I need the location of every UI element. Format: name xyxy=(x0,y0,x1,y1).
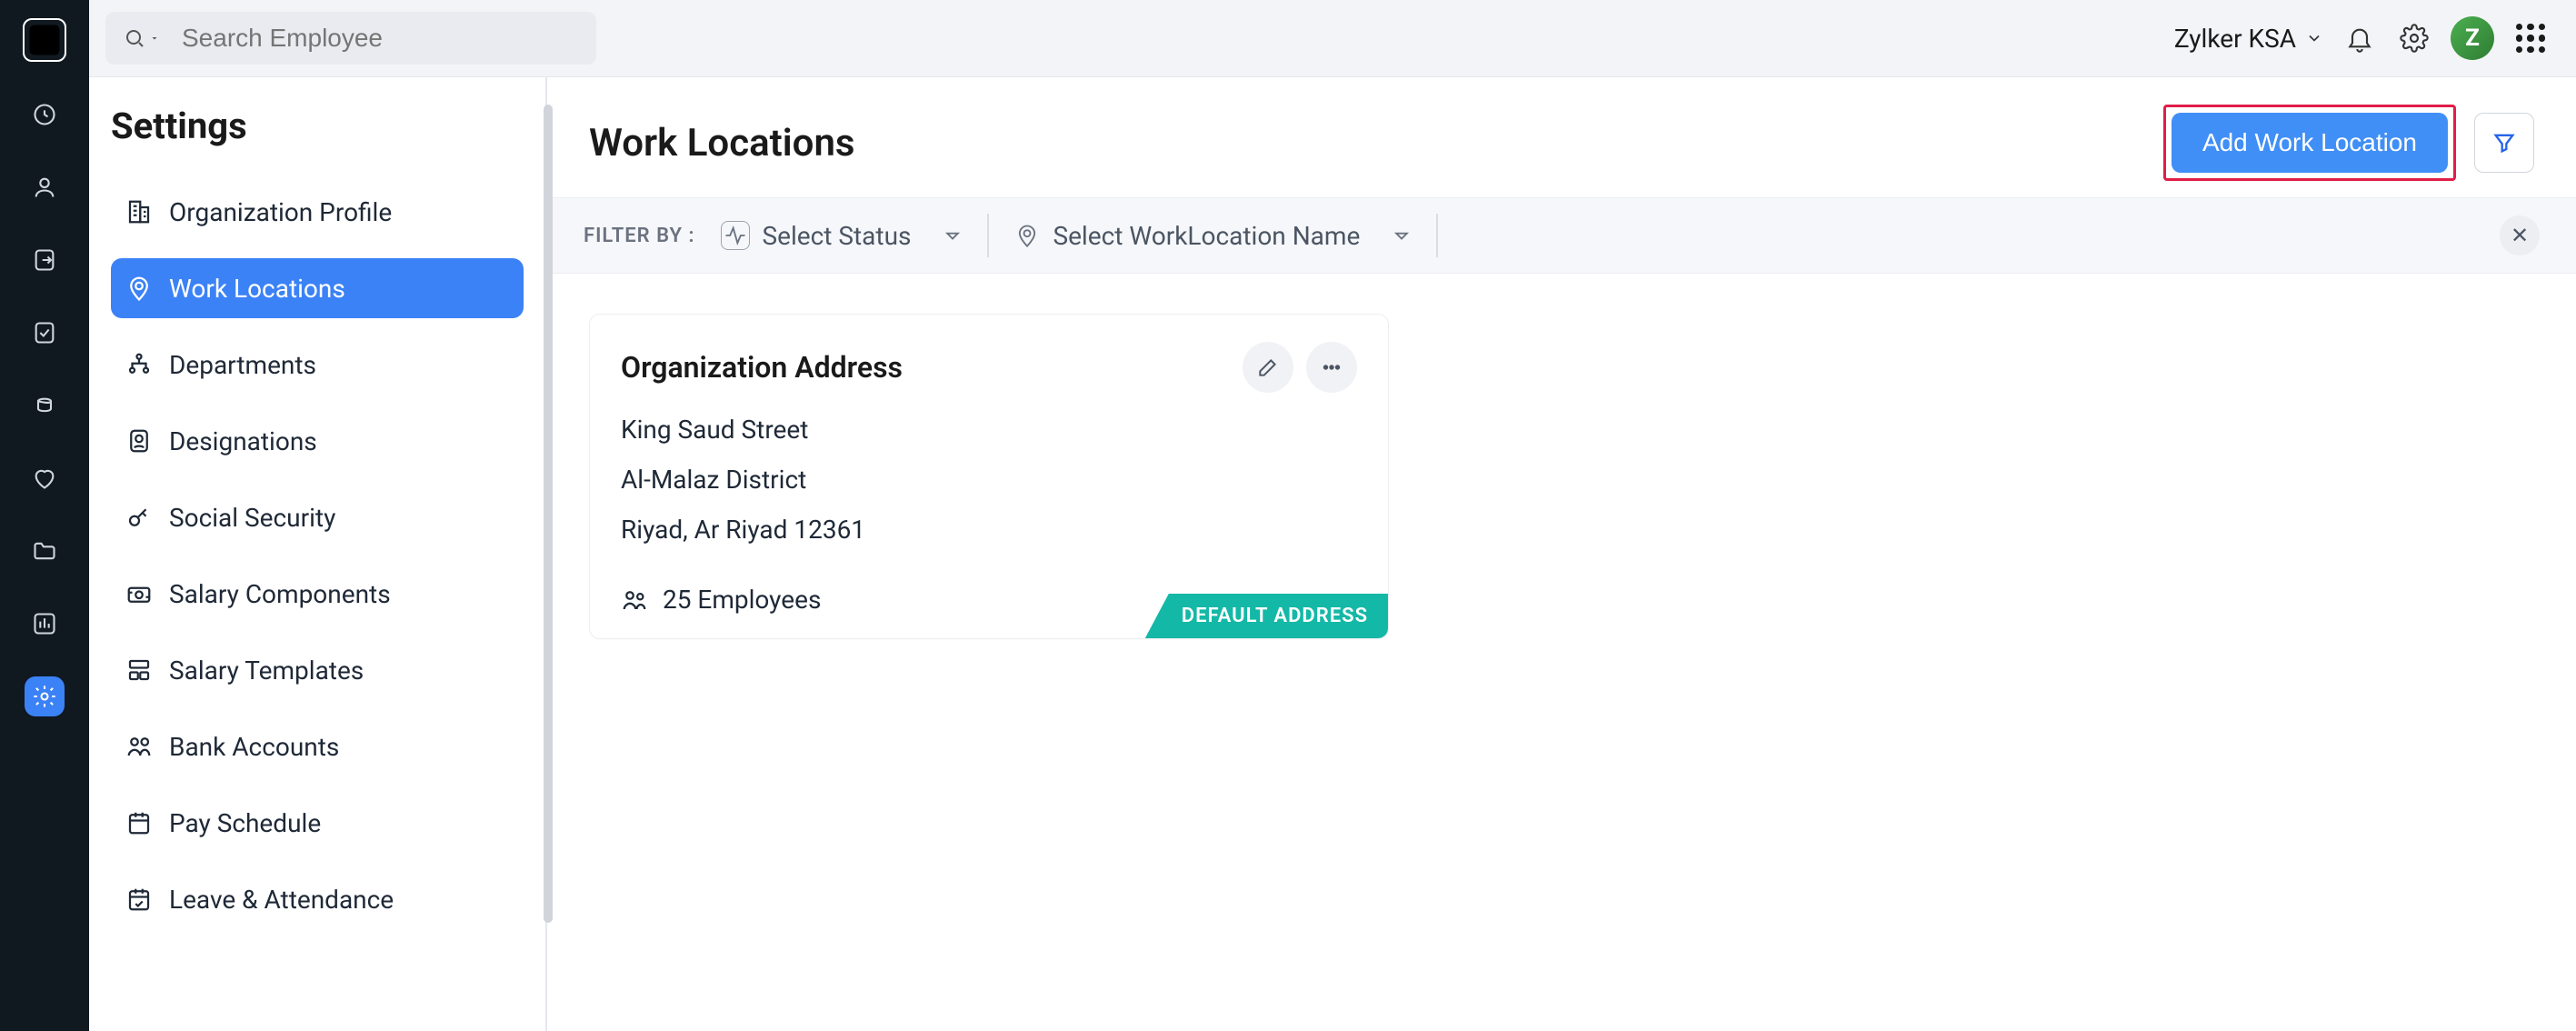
page-title: Work Locations xyxy=(589,121,2145,165)
apps-launcher-icon[interactable] xyxy=(2512,20,2549,56)
rail-loans-icon[interactable] xyxy=(25,385,65,425)
search-wrap xyxy=(105,12,596,65)
sidebar-item-departments[interactable]: Departments xyxy=(111,335,524,395)
sidebar-item-label: Organization Profile xyxy=(169,197,392,227)
employee-count: 25 Employees xyxy=(663,585,821,615)
key-icon xyxy=(125,504,153,531)
org-name-label: Zylker KSA xyxy=(2174,24,2296,54)
address-line: Al-Malaz District xyxy=(621,465,1357,495)
filter-toggle-button[interactable] xyxy=(2474,113,2534,173)
filter-name-select[interactable]: Select WorkLocation Name xyxy=(1014,214,1438,257)
badge-icon xyxy=(125,427,153,455)
pin-icon xyxy=(125,275,153,302)
chevron-down-icon xyxy=(940,223,965,248)
work-location-card: Organization Address King Saud Street Al… xyxy=(589,314,1389,639)
sidebar-item-label: Salary Components xyxy=(169,579,391,609)
sidebar-scrollbar[interactable] xyxy=(544,105,553,923)
settings-sidebar: Settings Organization Profile Work Locat… xyxy=(89,77,547,1031)
bank-icon xyxy=(125,733,153,760)
top-bar: Zylker KSA Z xyxy=(89,0,2576,76)
content-area: Work Locations Add Work Location FILTER … xyxy=(547,77,2576,1031)
sidebar-item-work-locations[interactable]: Work Locations xyxy=(111,258,524,318)
sidebar-item-org-profile[interactable]: Organization Profile xyxy=(111,182,524,242)
rail-documents-icon[interactable] xyxy=(25,531,65,571)
avatar-initial: Z xyxy=(2465,25,2480,52)
address-line: King Saud Street xyxy=(621,415,1357,445)
org-icon xyxy=(125,351,153,378)
sidebar-item-label: Work Locations xyxy=(169,274,345,304)
pencil-icon xyxy=(1256,355,1280,379)
settings-gear-icon[interactable] xyxy=(2396,20,2432,56)
address-line: Riyad, Ar Riyad 12361 xyxy=(621,515,1357,545)
notifications-icon[interactable] xyxy=(2341,20,2378,56)
filter-status-select[interactable]: Select Status xyxy=(721,214,990,257)
sidebar-item-label: Leave & Attendance xyxy=(169,885,394,915)
rail-dashboard-icon[interactable] xyxy=(25,95,65,135)
sidebar-item-salary-templates[interactable]: Salary Templates xyxy=(111,640,524,700)
rail-reports-icon[interactable] xyxy=(25,604,65,644)
filter-label: FILTER BY : xyxy=(584,225,695,247)
edit-button[interactable] xyxy=(1243,342,1293,393)
add-work-location-button[interactable]: Add Work Location xyxy=(2172,113,2448,173)
clear-filters-button[interactable]: ✕ xyxy=(2500,215,2540,255)
sidebar-item-salary-components[interactable]: Salary Components xyxy=(111,564,524,624)
rail-settings-icon[interactable] xyxy=(25,676,65,716)
sidebar-item-designations[interactable]: Designations xyxy=(111,411,524,471)
more-menu-button[interactable] xyxy=(1306,342,1357,393)
calendar-icon xyxy=(125,809,153,836)
template-icon xyxy=(125,656,153,684)
filter-bar: FILTER BY : Select Status Select WorkLoc… xyxy=(547,197,2576,274)
rail-benefits-icon[interactable] xyxy=(25,458,65,498)
building-icon xyxy=(125,198,153,225)
money-icon xyxy=(125,580,153,607)
sidebar-item-label: Social Security xyxy=(169,503,335,533)
ellipsis-icon xyxy=(1320,355,1343,379)
filter-name-label: Select WorkLocation Name xyxy=(1053,221,1360,251)
org-switcher[interactable]: Zylker KSA xyxy=(2174,24,2323,54)
default-address-ribbon: DEFAULT ADDRESS xyxy=(1145,594,1388,638)
search-scope-dropdown[interactable] xyxy=(116,27,167,49)
rail-login-icon[interactable] xyxy=(25,240,65,280)
chevron-down-icon xyxy=(1389,223,1414,248)
pin-icon xyxy=(1014,223,1040,248)
sidebar-item-label: Departments xyxy=(169,350,316,380)
search-input[interactable] xyxy=(167,12,585,65)
sidebar-item-label: Designations xyxy=(169,426,317,456)
rail-approvals-icon[interactable] xyxy=(25,313,65,353)
sidebar-item-label: Bank Accounts xyxy=(169,732,339,762)
sidebar-item-bank-accounts[interactable]: Bank Accounts xyxy=(111,716,524,776)
rail-employee-icon[interactable] xyxy=(25,167,65,207)
sidebar-item-label: Salary Templates xyxy=(169,656,364,686)
calendar-check-icon xyxy=(125,886,153,913)
avatar[interactable]: Z xyxy=(2451,16,2494,60)
sidebar-item-label: Pay Schedule xyxy=(169,808,321,838)
sidebar-item-pay-schedule[interactable]: Pay Schedule xyxy=(111,793,524,853)
add-button-highlight: Add Work Location xyxy=(2163,105,2456,181)
nav-rail xyxy=(0,0,89,1031)
app-logo-icon[interactable] xyxy=(23,18,66,62)
sidebar-item-social-security[interactable]: Social Security xyxy=(111,487,524,547)
card-title: Organization Address xyxy=(621,350,1230,385)
sidebar-item-leave-attendance[interactable]: Leave & Attendance xyxy=(111,869,524,929)
settings-title: Settings xyxy=(111,105,524,147)
people-icon xyxy=(621,586,648,614)
filter-status-label: Select Status xyxy=(763,221,912,251)
